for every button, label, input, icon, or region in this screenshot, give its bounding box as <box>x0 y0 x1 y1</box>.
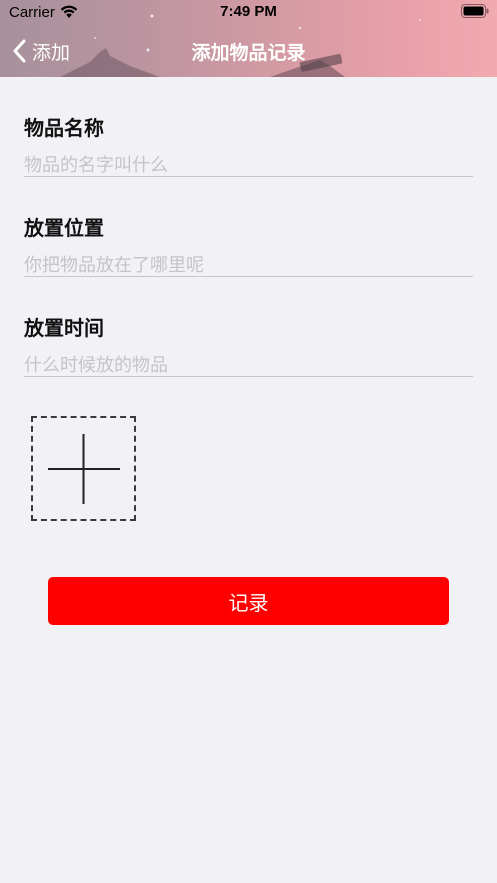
page-title: 添加物品记录 <box>191 42 306 64</box>
item-name-label: 物品名称 <box>24 116 104 140</box>
time-field: 放置时间 <box>24 277 473 377</box>
location-field: 放置位置 <box>24 177 473 277</box>
status-time: 7:49 PM <box>220 3 277 20</box>
time-input[interactable] <box>24 355 444 376</box>
item-name-field: 物品名称 <box>24 77 473 177</box>
add-photo-button[interactable] <box>31 416 136 521</box>
record-button[interactable]: 记录 <box>48 577 449 625</box>
item-record-form: 物品名称 放置位置 放置时间 <box>24 77 473 377</box>
battery-icon <box>461 4 489 18</box>
time-label: 放置时间 <box>24 316 104 340</box>
location-input[interactable] <box>24 255 444 276</box>
plus-icon <box>48 434 120 504</box>
status-bar: Carrier 7:49 PM <box>0 0 497 26</box>
location-label: 放置位置 <box>24 216 104 240</box>
navigation-header: Carrier 7:49 PM 添加 添加物品记录 <box>0 0 497 77</box>
item-name-input[interactable] <box>24 155 444 176</box>
